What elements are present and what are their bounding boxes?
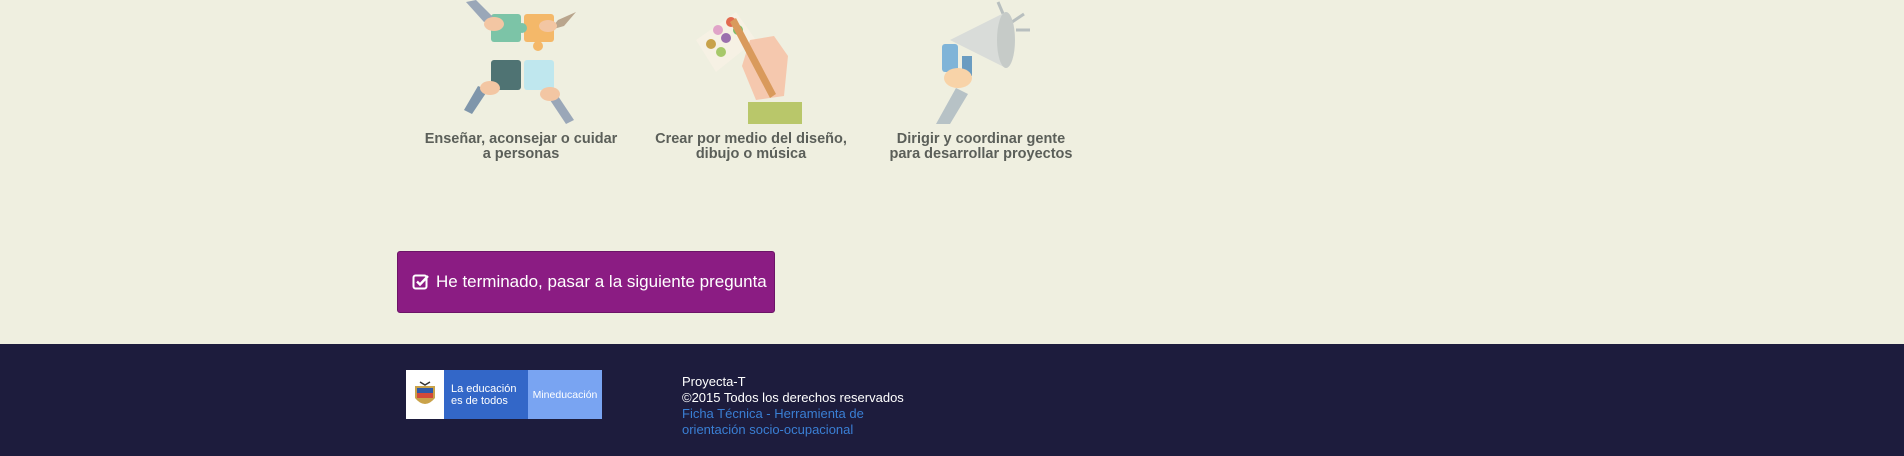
option-label: Crear por medio del diseño, dibujo o músi… [655,131,847,162]
colombia-seal-icon [406,370,444,419]
option-ensenar[interactable]: Enseñar, aconsejar o cuidar a personas [416,0,626,162]
paint-palette-icon [696,12,802,124]
logo-ministry: Mineducación [528,370,602,419]
puzzle-hands-icon [464,0,576,124]
copyright-text: ©2015 Todos los derechos reservados [682,390,904,405]
next-button-label: He terminado, pasar a la siguiente pregu… [436,272,767,291]
option-label: Dirigir y coordinar gente para desarrolla… [889,131,1073,162]
option-label: Enseñar, aconsejar o cuidar a personas [424,131,618,162]
megaphone-icon [936,1,1030,124]
app-name: Proyecta-T [682,374,746,389]
option-crear[interactable]: Crear por medio del diseño, dibujo o músi… [646,0,856,162]
option-dirigir[interactable]: Dirigir y coordinar gente para desarrolla… [876,0,1086,162]
logo-slogan: La educación es de todos [444,370,528,419]
options-area: Enseñar, aconsejar o cuidar a personas Cr… [0,0,1904,180]
site-footer: La educación es de todos Mineducación Pr… [0,344,1904,456]
footer-info: Proyecta-T ©2015 Todos los derechos rese… [682,374,904,438]
technical-sheet-link[interactable]: Ficha Técnica - Herramienta de orientaci… [682,406,882,438]
check-square-icon [412,274,429,290]
next-question-button[interactable]: He terminado, pasar a la siguiente pregu… [397,251,775,313]
mineducacion-logo[interactable]: La educación es de todos Mineducación [406,370,602,419]
